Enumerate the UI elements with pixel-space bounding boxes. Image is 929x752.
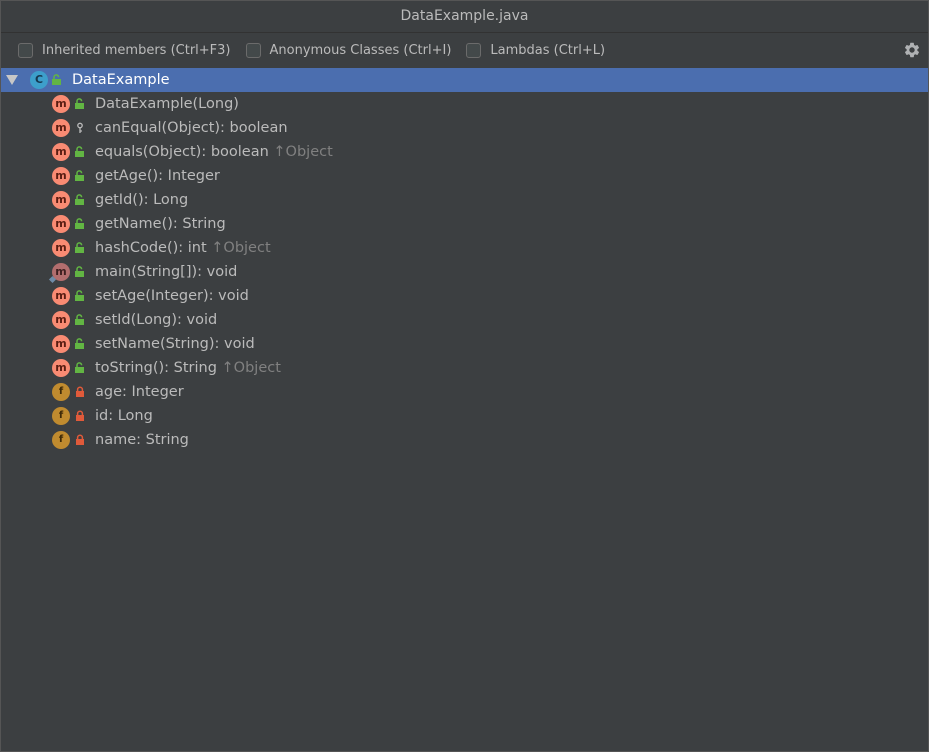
member-signature: setName(String): void <box>95 332 255 356</box>
member-signature: getAge(): Integer <box>95 164 220 188</box>
private-access-icon <box>76 410 84 421</box>
inherited-from-label: ↑Object <box>211 240 271 256</box>
method-icon: m <box>52 215 70 233</box>
member-signature: getName(): String <box>95 212 226 236</box>
member-name: getAge(): Integer <box>95 168 220 184</box>
member-name: id: Long <box>95 408 153 424</box>
tree-field-item[interactable]: f id: Long <box>1 404 928 428</box>
protected-access-icon <box>77 122 83 133</box>
lambdas-label: Lambdas (Ctrl+L) <box>490 42 606 58</box>
inherited-members-checkbox-box[interactable] <box>18 42 33 58</box>
public-access-icon <box>75 290 84 301</box>
anonymous-classes-checkbox[interactable]: Anonymous Classes (Ctrl+I) <box>245 42 452 58</box>
tree-method-item[interactable]: m getId(): Long <box>1 188 928 212</box>
method-icon: m <box>52 287 70 305</box>
member-name: canEqual(Object): boolean <box>95 120 288 136</box>
popup-title: DataExample.java <box>1 1 928 33</box>
tree-method-item[interactable]: m getName(): String <box>1 212 928 236</box>
lambdas-checkbox[interactable]: Lambdas (Ctrl+L) <box>466 42 606 58</box>
lambdas-checkbox-box[interactable] <box>466 42 482 58</box>
tree-method-item[interactable]: m canEqual(Object): boolean <box>1 116 928 140</box>
member-name: DataExample(Long) <box>95 96 239 112</box>
member-signature: toString(): String ↑Object <box>95 356 281 380</box>
member-name: getName(): String <box>95 216 226 232</box>
private-access-icon <box>76 386 84 397</box>
anonymous-classes-label: Anonymous Classes (Ctrl+I) <box>269 42 452 58</box>
tree-method-item[interactable]: m getAge(): Integer <box>1 164 928 188</box>
class-name-label: DataExample <box>72 72 170 88</box>
member-signature: age: Integer <box>95 380 184 404</box>
member-name: hashCode(): int <box>95 240 207 256</box>
method-icon: m <box>52 95 70 113</box>
method-icon: m <box>52 143 70 161</box>
method-icon: m <box>52 191 70 209</box>
method-icon: m <box>52 311 70 329</box>
structure-popup: DataExample.java Inherited members (Ctrl… <box>0 0 929 752</box>
method-icon: m <box>52 167 70 185</box>
member-name: toString(): String <box>95 360 217 376</box>
method-icon: m <box>52 239 70 257</box>
member-signature: name: String <box>95 428 189 452</box>
tree-method-item[interactable]: m setAge(Integer): void <box>1 284 928 308</box>
member-signature: getId(): Long <box>95 188 188 212</box>
member-signature: hashCode(): int ↑Object <box>95 236 271 260</box>
public-access-icon <box>75 98 84 109</box>
member-name: equals(Object): boolean <box>95 144 269 160</box>
class-icon: C <box>30 71 48 89</box>
tree-method-item[interactable]: m equals(Object): boolean ↑Object <box>1 140 928 164</box>
tree-method-item[interactable]: m main(String[]): void <box>1 260 928 284</box>
tree-method-item[interactable]: m hashCode(): int ↑Object <box>1 236 928 260</box>
member-name: main(String[]): void <box>95 264 238 280</box>
filter-toolbar: Inherited members (Ctrl+F3) Anonymous Cl… <box>1 33 928 67</box>
expand-arrow-icon[interactable] <box>6 75 18 85</box>
field-icon: f <box>52 383 70 401</box>
public-access-icon <box>75 242 84 253</box>
inherited-members-label: Inherited members (Ctrl+F3) <box>42 42 231 58</box>
public-access-icon <box>52 74 61 85</box>
static-method-icon: m <box>48 263 70 284</box>
public-access-icon <box>75 146 84 157</box>
tree-method-item[interactable]: m DataExample(Long) <box>1 92 928 116</box>
method-icon: m <box>52 119 70 137</box>
static-marker-icon <box>48 275 57 284</box>
member-name: setId(Long): void <box>95 312 218 328</box>
public-access-icon <box>75 218 84 229</box>
member-name: setName(String): void <box>95 336 255 352</box>
inherited-from-label: ↑Object <box>221 360 281 376</box>
field-icon: f <box>52 407 70 425</box>
public-access-icon <box>75 170 84 181</box>
public-access-icon <box>75 314 84 325</box>
inherited-members-checkbox[interactable]: Inherited members (Ctrl+F3) <box>18 42 231 58</box>
member-signature: canEqual(Object): boolean <box>95 116 288 140</box>
tree-field-item[interactable]: f name: String <box>1 428 928 452</box>
tree-method-item[interactable]: m setId(Long): void <box>1 308 928 332</box>
member-name: setAge(Integer): void <box>95 288 249 304</box>
member-signature: main(String[]): void <box>95 260 237 284</box>
public-access-icon <box>75 362 84 373</box>
tree-root-class[interactable]: C DataExample <box>1 68 928 92</box>
member-signature: setAge(Integer): void <box>95 284 249 308</box>
member-signature: DataExample(Long) <box>95 92 239 116</box>
gear-icon[interactable] <box>903 41 921 59</box>
method-icon: m <box>52 335 70 353</box>
member-signature: setId(Long): void <box>95 308 217 332</box>
field-icon: f <box>52 431 70 449</box>
member-name: age: Integer <box>95 384 184 400</box>
member-signature: equals(Object): boolean ↑Object <box>95 140 333 164</box>
method-icon: m <box>52 359 70 377</box>
member-signature: id: Long <box>95 404 153 428</box>
tree-method-item[interactable]: m toString(): String ↑Object <box>1 356 928 380</box>
anonymous-classes-checkbox-box[interactable] <box>245 42 261 58</box>
structure-tree: C DataExample m DataExample(Long) m canEqua… <box>1 68 928 751</box>
member-name: name: String <box>95 432 189 448</box>
inherited-from-label: ↑Object <box>273 144 333 160</box>
tree-field-item[interactable]: f age: Integer <box>1 380 928 404</box>
tree-method-item[interactable]: m setName(String): void <box>1 332 928 356</box>
public-access-icon <box>75 266 84 277</box>
public-access-icon <box>75 338 84 349</box>
public-access-icon <box>75 194 84 205</box>
private-access-icon <box>76 434 84 445</box>
member-name: getId(): Long <box>95 192 189 208</box>
